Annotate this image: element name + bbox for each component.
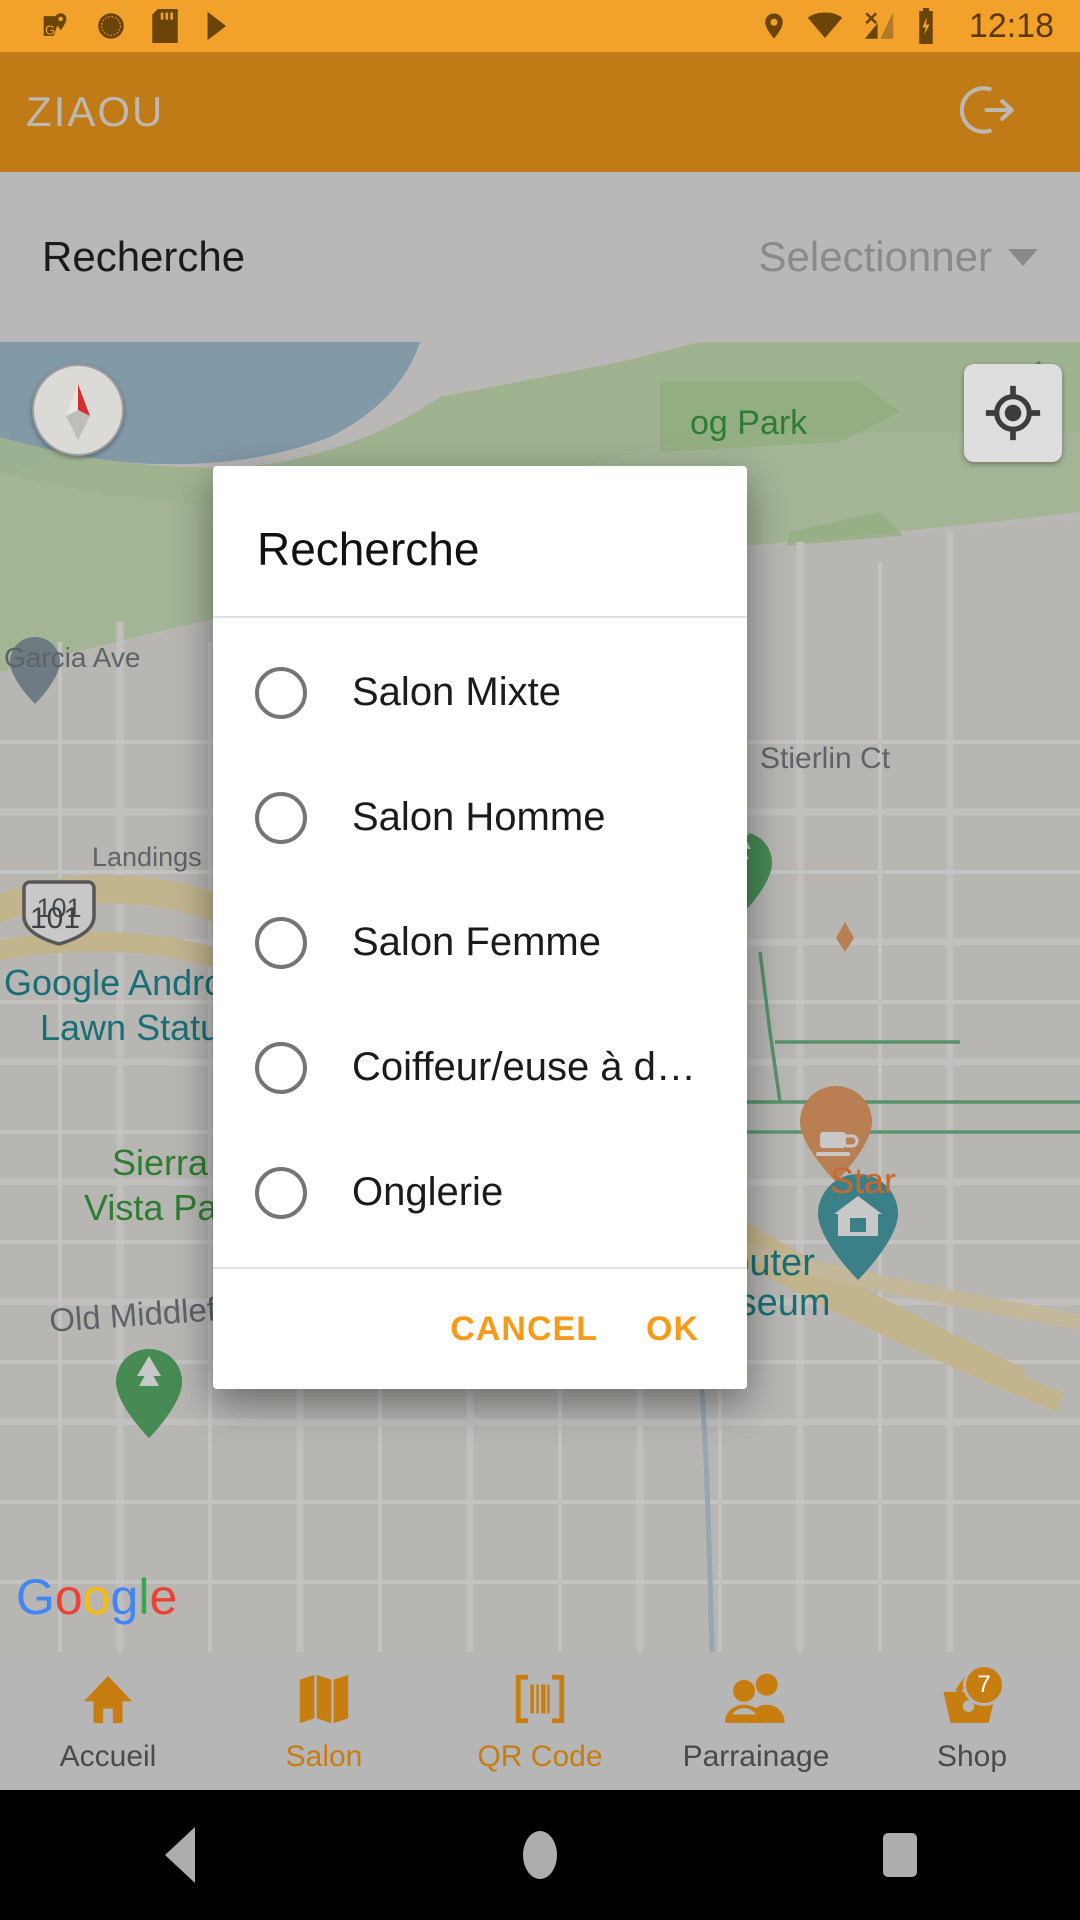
play-store-icon [207,11,227,41]
dialog-option-label: Salon Femme [352,920,601,964]
my-location-icon [985,385,1041,441]
sun-icon [98,13,124,39]
map-label: Landings [92,842,202,872]
wifi-icon [807,12,843,38]
nav-item-salon[interactable]: Salon [216,1652,432,1790]
google-attribution-logo: Google [16,1569,178,1625]
status-bar-clock: 12:18 [968,7,1054,45]
map-label: 101 [30,902,81,935]
category-select-value: Selectionner [758,233,992,280]
location-pin-icon [765,13,783,39]
nav-label-qr-code: QR Code [477,1740,603,1773]
back-triangle-icon [165,1827,195,1883]
home-icon [77,1668,139,1730]
search-label: Recherche [42,233,246,280]
dialog-actions: CANCEL OK [213,1269,747,1389]
android-home-button[interactable] [440,1790,640,1920]
dialog-option-label: Onglerie [352,1170,504,1214]
map-icon [293,1668,355,1730]
dialog-option-label: Salon Homme [352,795,606,839]
radio-button-icon[interactable] [255,1166,307,1219]
logout-icon [959,85,1014,134]
map-label: og Park [690,404,808,442]
sd-card-icon [152,9,178,43]
dialog-option-row[interactable]: Salon Femme [213,880,747,1005]
compass-button[interactable] [32,364,124,456]
app-screen: G 12:18 ZIAOU Recherche Selectionner 101… [0,0,1080,1920]
dialog-option-row[interactable]: Onglerie [213,1130,747,1255]
my-location-button[interactable] [964,364,1062,462]
dialog-option-row[interactable]: Salon Mixte [213,630,747,755]
android-navigation-bar [0,1790,1080,1920]
logout-button[interactable] [959,81,1018,144]
cancel-button[interactable]: CANCEL [450,1310,598,1349]
signal-off-icon [864,11,894,39]
shop-badge: 7 [963,1664,1005,1706]
dialog-options-list: Salon Mixte Salon Homme Salon Femme Coiffeu… [213,618,747,1267]
qr-code-icon [509,1668,571,1730]
dialog-option-label: Coiffeur/euse à do… [352,1045,715,1089]
nav-item-shop[interactable]: 7 Shop [864,1652,1080,1790]
search-row: Recherche Selectionner [0,172,1080,342]
map-label: Star [830,1160,897,1201]
nav-label-parrainage: Parrainage [682,1740,830,1773]
nav-item-qr-code[interactable]: QR Code [432,1652,648,1790]
category-select[interactable]: Selectionner [759,233,1038,281]
battery-charging-icon [919,8,933,44]
google-maps-icon: G [43,13,67,38]
radio-button-icon[interactable] [255,916,307,969]
svg-text:G: G [45,23,55,38]
nav-item-accueil[interactable]: Accueil [0,1652,216,1790]
radio-button-icon[interactable] [255,666,307,719]
dialog-option-label: Salon Mixte [352,670,561,714]
people-icon [725,1668,787,1730]
app-bar: ZIAOU [0,52,1080,172]
bottom-navigation: Accueil Salon QR Code Parrainage 7 Shop [0,1652,1080,1790]
dialog-title: Recherche [257,523,480,575]
nav-label-shop: Shop [936,1740,1008,1773]
map-label: Sierra [112,1142,209,1183]
radio-button-icon[interactable] [255,791,307,844]
dialog-option-row[interactable]: Coiffeur/euse à do… [213,1005,747,1130]
compass-icon [66,384,90,440]
search-dialog: Recherche Salon Mixte Salon Homme Salon Fe… [213,466,747,1389]
status-bar: G 12:18 [0,0,1080,52]
ok-button[interactable]: OK [646,1310,699,1349]
map-label: Stierlin Ct [760,742,891,775]
android-recents-button[interactable] [800,1790,1000,1920]
nav-item-parrainage[interactable]: Parrainage [648,1652,864,1790]
status-bar-right-icons: 12:18 [759,8,1054,44]
chevron-down-icon [1008,248,1038,266]
home-circle-icon [523,1831,557,1879]
basket-icon: 7 [941,1664,1005,1730]
nav-label-accueil: Accueil [59,1740,157,1773]
map-label: Garcia Ave [4,642,141,673]
recents-square-icon [883,1833,917,1877]
dialog-option-row[interactable]: Salon Homme [213,755,747,880]
status-bar-left-icons: G [38,9,236,43]
app-title: ZIAOU [26,88,165,135]
radio-button-icon[interactable] [255,1041,307,1094]
nav-label-salon: Salon [285,1740,363,1773]
android-back-button[interactable] [80,1790,280,1920]
